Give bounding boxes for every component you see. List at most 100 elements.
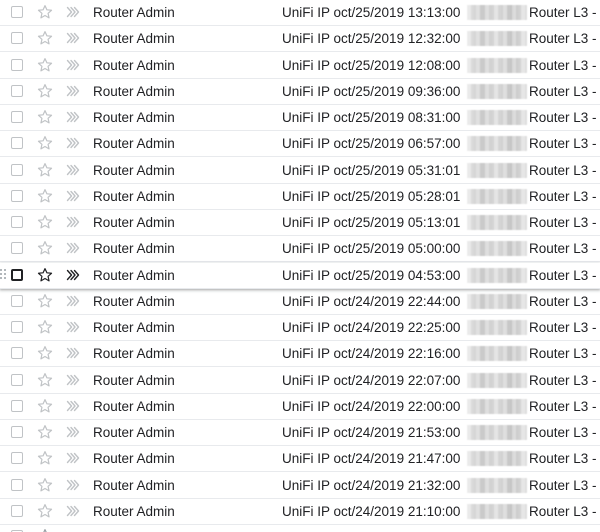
sender-name: Router Admin <box>93 268 175 283</box>
checkbox-icon[interactable] <box>11 216 23 228</box>
star-outline-icon[interactable] <box>36 108 54 126</box>
importance-marker-icon[interactable] <box>66 400 80 412</box>
email-row[interactable]: Router Admin UniFi IP oct/24/2019 22:25:… <box>0 315 600 341</box>
email-row[interactable]: Router Admin UniFi IP oct/25/2019 13:13:… <box>0 0 600 26</box>
redacted-snippet <box>467 294 527 309</box>
star-outline-icon[interactable] <box>36 292 54 310</box>
checkbox-icon[interactable] <box>11 164 23 176</box>
email-row[interactable]: Router Admin UniFi IP oct/25/2019 04:53:… <box>0 263 600 289</box>
email-snippet: Router L3 - J <box>529 136 600 151</box>
email-snippet: Router L3 - J <box>529 399 600 414</box>
star-outline-icon[interactable] <box>36 29 54 47</box>
star-outline-icon[interactable] <box>36 318 54 336</box>
checkbox-icon[interactable] <box>11 59 23 71</box>
star-outline-icon[interactable] <box>36 371 54 389</box>
redacted-snippet <box>467 504 527 519</box>
star-outline-icon[interactable] <box>36 187 54 205</box>
redacted-snippet <box>467 425 527 440</box>
importance-marker-icon[interactable] <box>66 347 80 359</box>
email-row[interactable]: Router Admin UniFi IP oct/25/2019 05:31:… <box>0 158 600 184</box>
star-outline-icon[interactable] <box>36 266 54 284</box>
importance-marker-icon[interactable] <box>66 190 80 202</box>
checkbox-icon[interactable] <box>11 400 23 412</box>
star-outline-icon[interactable] <box>36 397 54 415</box>
checkbox-icon[interactable] <box>11 269 23 281</box>
email-row-partial[interactable] <box>0 526 600 532</box>
email-row[interactable]: Router Admin UniFi IP oct/25/2019 09:36:… <box>0 79 600 105</box>
email-snippet: Router L3 - J <box>529 268 600 283</box>
importance-marker-icon[interactable] <box>66 426 80 438</box>
star-outline-icon[interactable] <box>36 502 54 520</box>
redacted-snippet <box>467 241 527 256</box>
star-outline-icon[interactable] <box>36 239 54 257</box>
importance-marker-icon[interactable] <box>66 137 80 149</box>
email-subject: UniFi IP oct/25/2019 08:31:00 <box>282 110 461 125</box>
star-outline-icon[interactable] <box>36 527 54 532</box>
email-row[interactable]: Router Admin UniFi IP oct/24/2019 22:07:… <box>0 368 600 394</box>
checkbox-icon[interactable] <box>11 242 23 254</box>
importance-marker-icon[interactable] <box>66 269 80 281</box>
star-outline-icon[interactable] <box>36 449 54 467</box>
importance-marker-icon[interactable] <box>66 164 80 176</box>
importance-marker-icon[interactable] <box>66 242 80 254</box>
email-row[interactable]: Router Admin UniFi IP oct/25/2019 05:28:… <box>0 184 600 210</box>
importance-marker-icon[interactable] <box>66 374 80 386</box>
importance-marker-icon[interactable] <box>66 111 80 123</box>
star-outline-icon[interactable] <box>36 161 54 179</box>
checkbox-icon[interactable] <box>11 505 23 517</box>
email-snippet: Router L3 - J <box>529 478 600 493</box>
email-row[interactable]: Router Admin UniFi IP oct/24/2019 22:44:… <box>0 289 600 315</box>
star-outline-icon[interactable] <box>36 476 54 494</box>
email-row[interactable]: Router Admin UniFi IP oct/25/2019 12:08:… <box>0 53 600 79</box>
email-row[interactable]: Router Admin UniFi IP oct/24/2019 21:32:… <box>0 473 600 499</box>
importance-marker-icon[interactable] <box>66 479 80 491</box>
importance-marker-icon[interactable] <box>66 321 80 333</box>
email-row[interactable]: Router Admin UniFi IP oct/24/2019 22:00:… <box>0 394 600 420</box>
email-row[interactable]: Router Admin UniFi IP oct/24/2019 21:53:… <box>0 420 600 446</box>
star-outline-icon[interactable] <box>36 134 54 152</box>
email-row[interactable]: Router Admin UniFi IP oct/24/2019 22:16:… <box>0 341 600 367</box>
importance-marker-icon[interactable] <box>66 452 80 464</box>
checkbox-icon[interactable] <box>11 6 23 18</box>
checkbox-icon[interactable] <box>11 347 23 359</box>
redacted-snippet <box>467 5 527 20</box>
importance-marker-icon[interactable] <box>66 216 80 228</box>
checkbox-icon[interactable] <box>11 111 23 123</box>
sender-name: Router Admin <box>93 84 175 99</box>
checkbox-icon[interactable] <box>11 479 23 491</box>
email-row[interactable]: Router Admin UniFi IP oct/25/2019 05:00:… <box>0 236 600 262</box>
email-subject: UniFi IP oct/24/2019 21:53:00 <box>282 425 461 440</box>
importance-marker-icon[interactable] <box>66 85 80 97</box>
checkbox-icon[interactable] <box>11 32 23 44</box>
checkbox-icon[interactable] <box>11 452 23 464</box>
email-row[interactable]: Router Admin UniFi IP oct/25/2019 08:31:… <box>0 105 600 131</box>
star-outline-icon[interactable] <box>36 82 54 100</box>
email-row[interactable]: Router Admin UniFi IP oct/24/2019 21:47:… <box>0 446 600 472</box>
importance-marker-icon[interactable] <box>66 505 80 517</box>
email-row[interactable]: Router Admin UniFi IP oct/25/2019 06:57:… <box>0 131 600 157</box>
star-outline-icon[interactable] <box>36 3 54 21</box>
star-outline-icon[interactable] <box>36 213 54 231</box>
email-row[interactable]: Router Admin UniFi IP oct/25/2019 12:32:… <box>0 26 600 52</box>
email-subject: UniFi IP oct/25/2019 12:08:00 <box>282 58 461 73</box>
importance-marker-icon[interactable] <box>66 295 80 307</box>
checkbox-icon[interactable] <box>11 190 23 202</box>
checkbox-icon[interactable] <box>11 426 23 438</box>
checkbox-icon[interactable] <box>11 137 23 149</box>
email-row[interactable]: Router Admin UniFi IP oct/25/2019 05:13:… <box>0 210 600 236</box>
email-snippet: Router L3 - J <box>529 294 600 309</box>
star-outline-icon[interactable] <box>36 423 54 441</box>
checkbox-icon[interactable] <box>11 374 23 386</box>
importance-marker-icon[interactable] <box>66 6 80 18</box>
importance-marker-icon[interactable] <box>66 32 80 44</box>
email-row[interactable]: Router Admin UniFi IP oct/24/2019 21:10:… <box>0 499 600 525</box>
checkbox-icon[interactable] <box>11 321 23 333</box>
checkbox-icon[interactable] <box>11 85 23 97</box>
star-outline-icon[interactable] <box>36 344 54 362</box>
email-subject: UniFi IP oct/25/2019 05:00:00 <box>282 241 461 256</box>
drag-handle-icon[interactable] <box>0 269 7 283</box>
importance-marker-icon[interactable] <box>66 59 80 71</box>
star-outline-icon[interactable] <box>36 56 54 74</box>
checkbox-icon[interactable] <box>11 295 23 307</box>
redacted-snippet <box>467 58 527 73</box>
